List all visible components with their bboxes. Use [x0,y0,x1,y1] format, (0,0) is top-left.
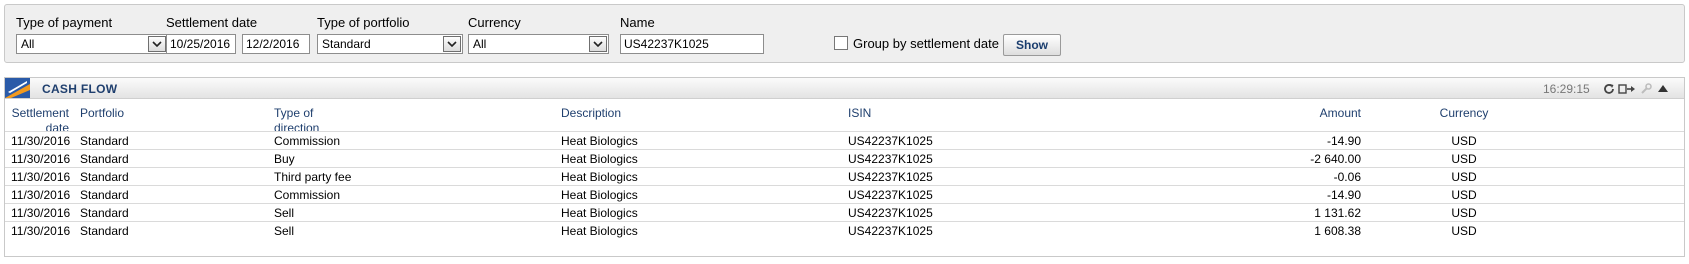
cell-direction: Commission [274,134,341,148]
column-header-isin: ISIN [848,106,872,120]
cell-isin: US42237K1025 [848,224,933,238]
name-label: Name [620,15,655,30]
cell-direction: Third party fee [274,170,352,184]
export-icon[interactable] [1618,82,1636,95]
settings-icon[interactable] [1639,82,1652,95]
type-of-portfolio-select[interactable]: Standard [317,34,463,54]
cell-isin: US42237K1025 [848,152,933,166]
currency-select[interactable]: All [468,34,609,54]
filter-bar: Type of payment All Settlement date 10/2… [4,4,1685,63]
collapse-icon[interactable] [1656,82,1669,95]
cell-amount: 1 608.38 [1314,224,1361,238]
table-row[interactable]: 11/30/2016 Standard Buy Heat Biologics U… [5,149,1684,168]
cell-portfolio: Standard [80,206,129,220]
column-header-description: Description [561,106,622,120]
table-row[interactable]: 11/30/2016 Standard Sell Heat Biologics … [5,203,1684,222]
type-of-payment-value: All [21,37,35,51]
chevron-down-icon[interactable] [148,36,166,52]
panel-header: CASH FLOW 16:29:15 [5,78,1684,99]
update-time: 16:29:15 [1543,82,1590,96]
cell-date: 11/30/2016 [11,152,71,166]
cell-date: 11/30/2016 [11,224,71,238]
column-header-portfolio: Portfolio [80,106,125,120]
cell-currency: USD [1451,206,1477,220]
table-row[interactable]: 11/30/2016 Standard Commission Heat Biol… [5,185,1684,204]
type-of-payment-select[interactable]: All [16,34,168,54]
cell-amount: -14.90 [1326,188,1361,202]
name-input[interactable]: US42237K1025 [620,34,764,54]
cell-amount: -2 640.00 [1310,152,1361,166]
chevron-down-icon[interactable] [443,36,461,52]
cell-isin: US42237K1025 [848,170,933,184]
cell-direction: Commission [274,188,341,202]
cell-isin: US42237K1025 [848,188,933,202]
logo-icon [5,78,30,98]
chevron-down-icon[interactable] [589,36,607,52]
type-of-portfolio-value: Standard [322,37,371,51]
cell-currency: USD [1451,188,1477,202]
cell-isin: US42237K1025 [848,206,933,220]
group-by-settlement-checkbox[interactable] [834,36,848,50]
cell-amount: 1 131.62 [1314,206,1361,220]
cell-currency: USD [1451,152,1477,166]
cell-portfolio: Standard [80,224,129,238]
cell-description: Heat Biologics [561,188,638,202]
column-header-settlement-line1: Settlement [11,106,69,120]
column-header-currency: Currency [1439,106,1489,120]
currency-value: All [473,37,487,51]
settlement-date-from-input[interactable]: 10/25/2016 [166,34,236,54]
cell-date: 11/30/2016 [11,188,71,202]
table-row[interactable]: 11/30/2016 Standard Sell Heat Biologics … [5,221,1684,240]
cell-direction: Sell [274,224,295,238]
cell-description: Heat Biologics [561,134,638,148]
cell-currency: USD [1451,134,1477,148]
cell-portfolio: Standard [80,170,129,184]
cell-description: Heat Biologics [561,152,638,166]
cell-date: 11/30/2016 [11,170,71,184]
table-row[interactable]: 11/30/2016 Standard Commission Heat Biol… [5,131,1684,150]
table-row[interactable]: 11/30/2016 Standard Third party fee Heat… [5,167,1684,186]
cell-portfolio: Standard [80,188,129,202]
cell-amount: -0.06 [1333,170,1361,184]
column-header-amount: Amount [1319,106,1361,120]
cell-description: Heat Biologics [561,206,638,220]
panel-title: CASH FLOW [42,82,118,96]
cell-currency: USD [1451,170,1477,184]
cell-isin: US42237K1025 [848,134,933,148]
cell-date: 11/30/2016 [11,206,71,220]
cell-direction: Sell [274,206,295,220]
cell-description: Heat Biologics [561,170,638,184]
cell-currency: USD [1451,224,1477,238]
currency-label: Currency [468,15,521,30]
cell-date: 11/30/2016 [11,134,71,148]
cell-portfolio: Standard [80,134,129,148]
show-button[interactable]: Show [1003,34,1061,56]
cell-description: Heat Biologics [561,224,638,238]
group-by-settlement-label: Group by settlement date [853,36,999,51]
column-header-direction-line1: Type of [274,106,314,120]
settlement-date-to-input[interactable]: 12/2/2016 [242,34,310,54]
cell-amount: -14.90 [1326,134,1361,148]
refresh-icon[interactable] [1602,82,1615,95]
type-of-portfolio-label: Type of portfolio [317,15,410,30]
type-of-payment-label: Type of payment [16,15,113,30]
cell-portfolio: Standard [80,152,129,166]
cash-flow-panel: CASH FLOW 16:29:15 Settlement date Portf… [4,77,1685,257]
settlement-date-label: Settlement date [166,15,258,30]
cell-direction: Buy [274,152,295,166]
